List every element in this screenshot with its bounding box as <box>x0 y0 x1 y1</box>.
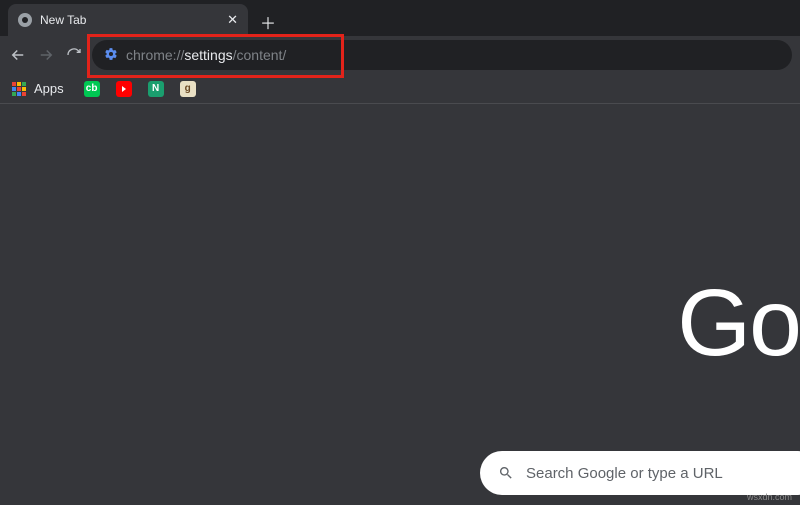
forward-button[interactable] <box>36 45 56 65</box>
address-bar[interactable]: chrome://settings/content/ <box>92 40 792 70</box>
back-button[interactable] <box>8 45 28 65</box>
settings-gear-icon <box>104 47 118 64</box>
watermark: wsxdn.com <box>747 492 792 502</box>
bookmark-evernote-icon[interactable]: N <box>148 81 164 97</box>
apps-grid-icon <box>12 82 26 96</box>
apps-label: Apps <box>34 81 64 96</box>
chrome-icon <box>18 13 32 27</box>
reload-button[interactable] <box>64 45 84 65</box>
bookmarks-bar: Apps cb N g <box>0 74 800 104</box>
apps-shortcut[interactable]: Apps <box>12 81 64 96</box>
browser-tab[interactable]: New Tab ✕ <box>8 4 248 36</box>
tab-title: New Tab <box>40 13 86 27</box>
google-logo: Go <box>677 269 800 378</box>
address-text: chrome://settings/content/ <box>126 47 286 63</box>
ntp-search-box[interactable]: Search Google or type a URL <box>480 451 800 495</box>
bookmark-icons: cb N g <box>84 81 196 97</box>
page-content: Go Search Google or type a URL <box>0 104 800 505</box>
bookmark-cb-icon[interactable]: cb <box>84 81 100 97</box>
toolbar: chrome://settings/content/ <box>0 36 800 74</box>
close-tab-icon[interactable]: ✕ <box>227 12 238 28</box>
search-placeholder: Search Google or type a URL <box>526 465 723 482</box>
bookmark-youtube-icon[interactable] <box>116 81 132 97</box>
tab-strip: New Tab ✕ ＋ <box>0 0 800 36</box>
search-icon <box>498 465 514 481</box>
bookmark-goodreads-icon[interactable]: g <box>180 81 196 97</box>
new-tab-button[interactable]: ＋ <box>254 8 282 36</box>
